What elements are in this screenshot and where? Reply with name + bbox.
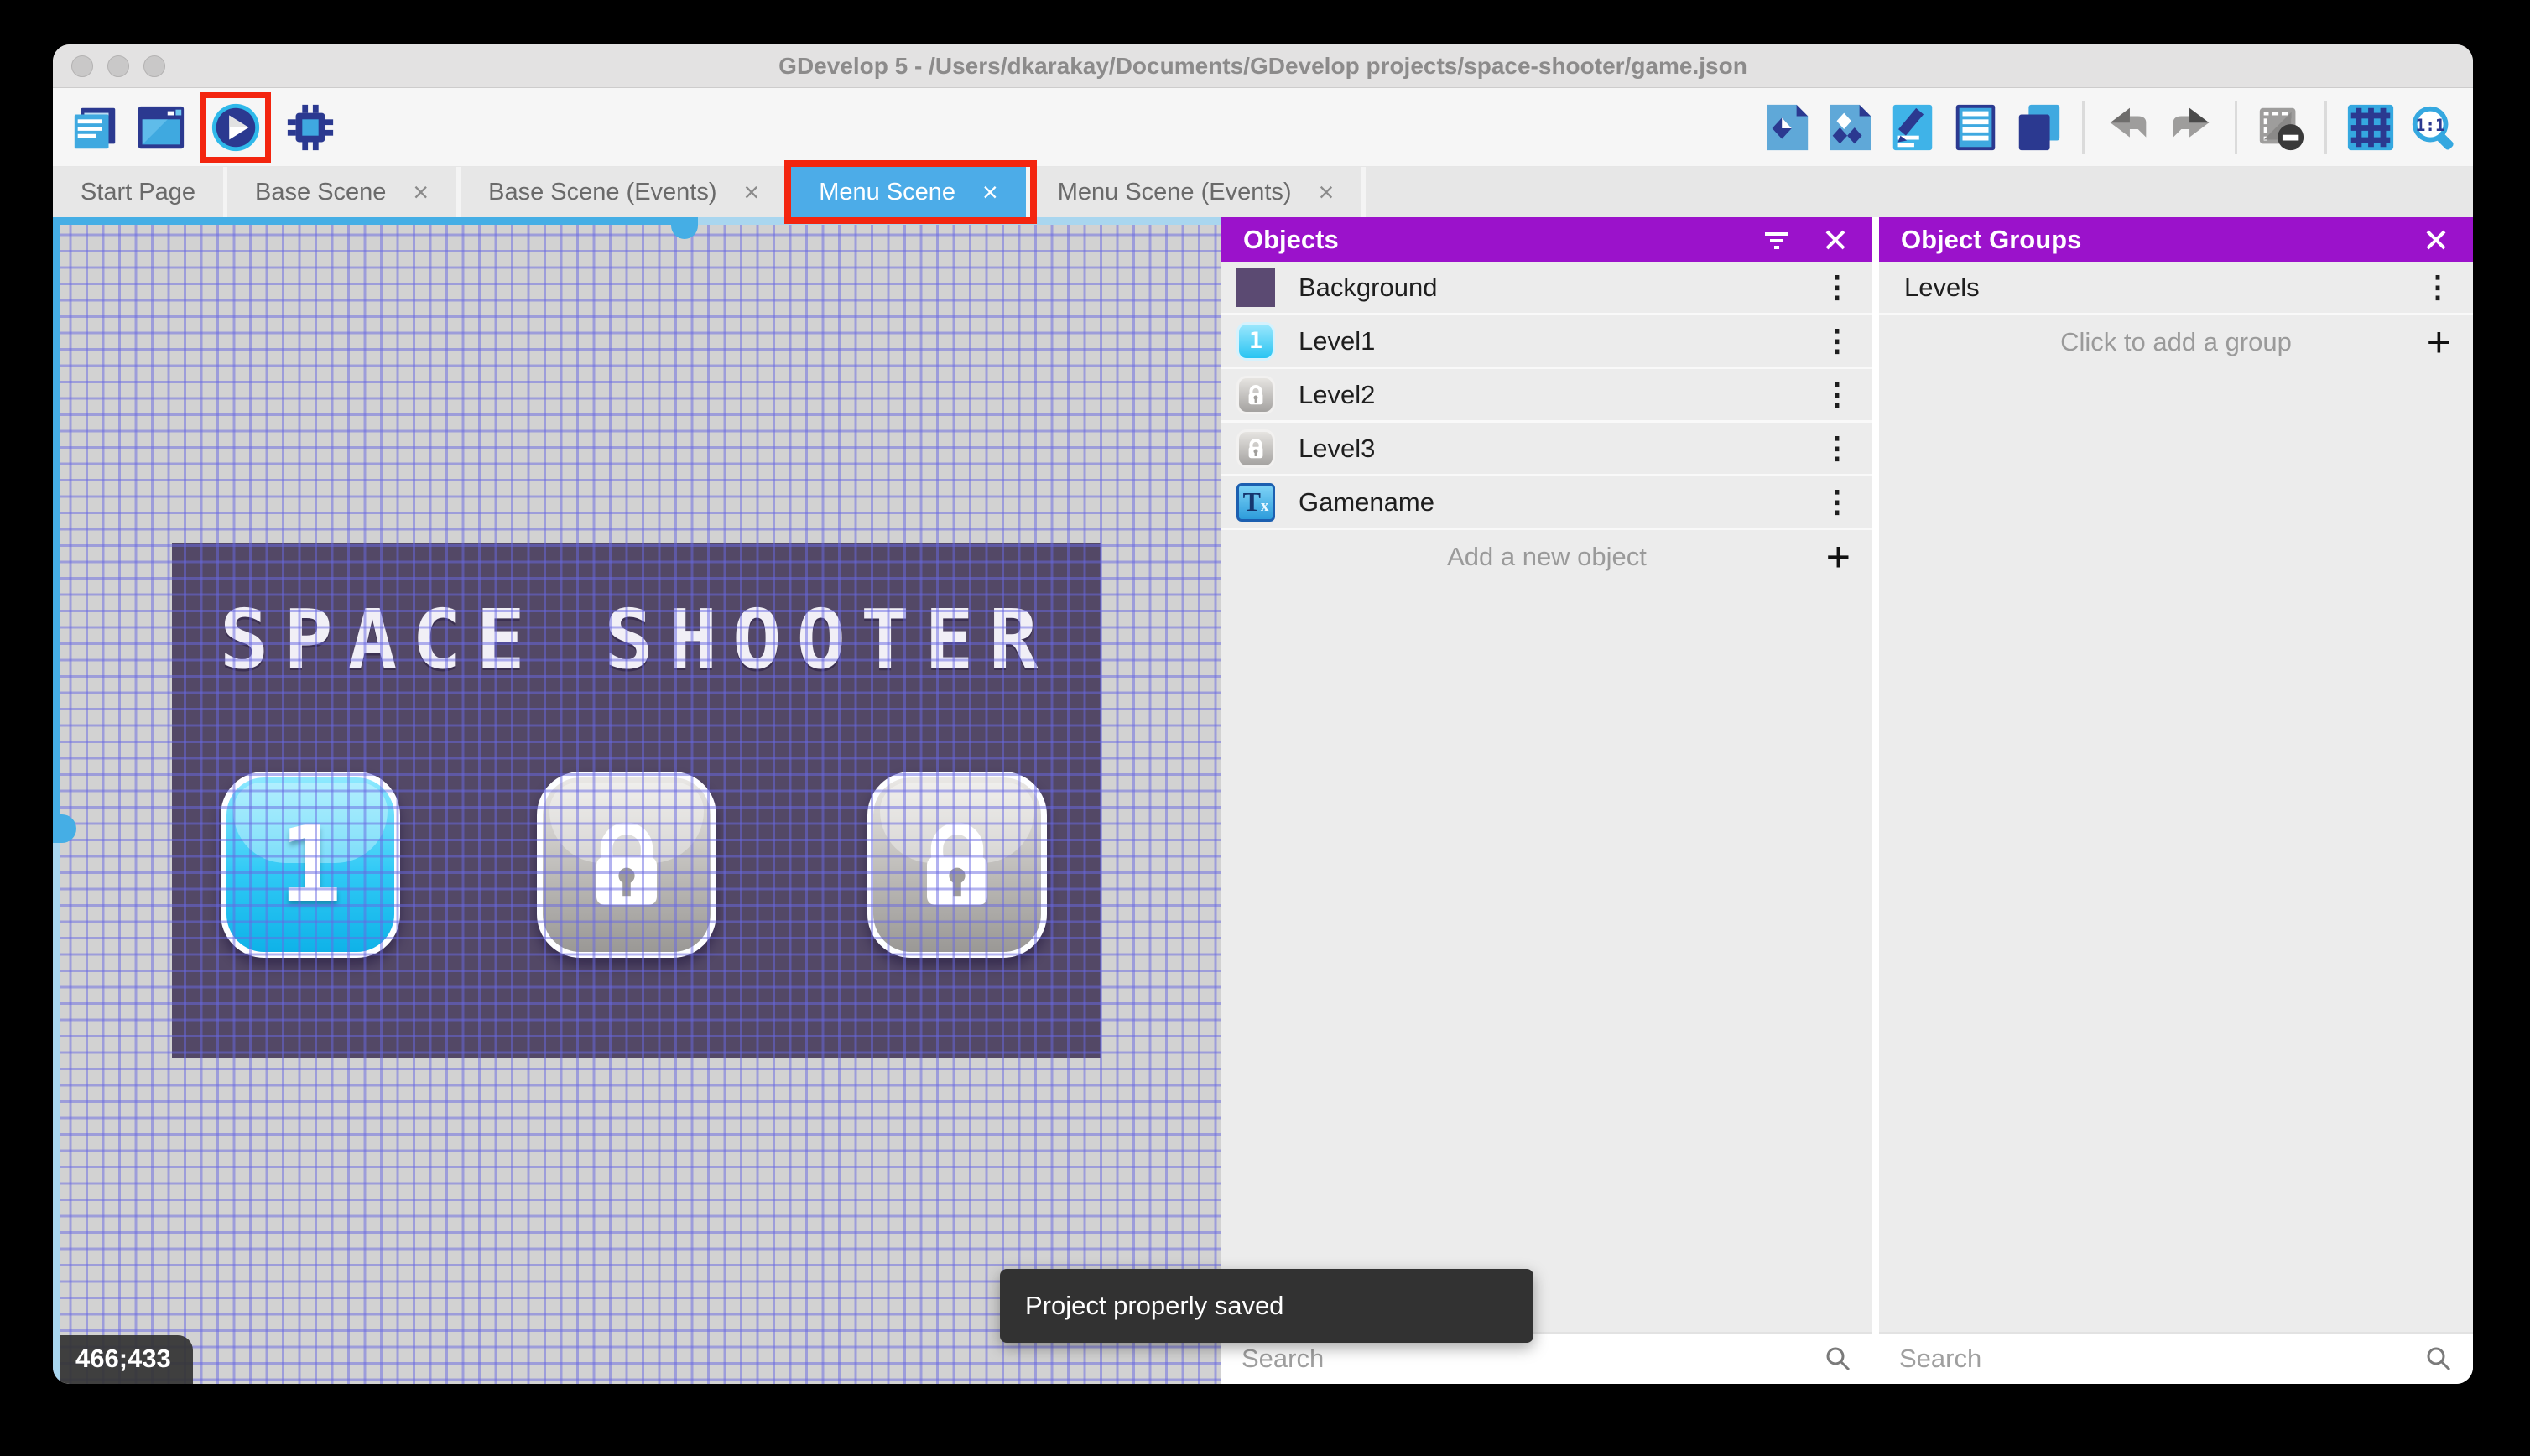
vertical-scroll-thumb[interactable] (53, 814, 76, 843)
redo-icon[interactable] (2165, 101, 2217, 153)
tab-label: Menu Scene (Events) (1058, 179, 1292, 206)
tab-menu-scene-events[interactable]: Menu Scene (Events) × (1030, 167, 1367, 217)
tab-base-scene-events[interactable]: Base Scene (Events) × (461, 167, 791, 217)
plus-icon: + (2427, 321, 2451, 363)
toolbar-separator (2324, 101, 2327, 154)
close-window-button[interactable] (71, 55, 93, 77)
main-content: SPACE SHOOTER 1 (53, 217, 2473, 1384)
toolbar-separator (2235, 101, 2237, 154)
object-menu-icon[interactable]: ⋮ (1822, 329, 1852, 353)
object-groups-search-input[interactable] (1899, 1344, 2424, 1374)
close-tab-icon[interactable]: × (744, 179, 760, 205)
object-row-level3[interactable]: Level3 ⋮ (1221, 423, 1872, 476)
zoom-window-button[interactable] (143, 55, 165, 77)
lock-icon (576, 810, 677, 919)
object-groups-panel: Object Groups Levels ⋮ Click to add a gr… (1879, 217, 2473, 1384)
cursor-coordinates-badge: 466;433 (60, 1335, 193, 1384)
menu-scene-preview[interactable]: SPACE SHOOTER 1 (172, 543, 1101, 1058)
object-groups-panel-title: Object Groups (1901, 225, 2081, 255)
panel-divider[interactable] (1872, 217, 1879, 1384)
gdevelop-window: GDevelop 5 - /Users/dkarakay/Documents/G… (53, 44, 2473, 1384)
close-tab-icon[interactable]: × (982, 179, 998, 205)
level1-button-icon: 1 (1236, 322, 1275, 361)
toolbar-separator (2082, 101, 2085, 154)
tab-label: Base Scene (Events) (488, 179, 716, 206)
toolbar-left-group (70, 88, 336, 166)
search-icon (1824, 1344, 1852, 1373)
color-swatch-icon (1236, 268, 1275, 307)
filter-icon[interactable] (1762, 225, 1792, 255)
group-row-levels[interactable]: Levels ⋮ (1879, 262, 2473, 315)
locked-button-icon (1236, 429, 1275, 468)
object-groups-panel-header: Object Groups (1879, 217, 2473, 262)
tab-label: Base Scene (255, 179, 386, 206)
titlebar: GDevelop 5 - /Users/dkarakay/Documents/G… (53, 44, 2473, 88)
horizontal-scrollbar[interactable] (53, 217, 1221, 225)
undo-icon[interactable] (2102, 101, 2154, 153)
close-tab-icon[interactable]: × (413, 179, 429, 205)
vertical-scrollbar[interactable] (53, 217, 60, 1384)
object-groups-list: Levels ⋮ Click to add a group + (1879, 262, 2473, 1332)
object-menu-icon[interactable]: ⋮ (1822, 436, 1852, 460)
lock-icon (907, 810, 1007, 919)
minimize-window-button[interactable] (107, 55, 129, 77)
debugger-icon[interactable] (284, 101, 336, 153)
scene-canvas[interactable]: SPACE SHOOTER 1 (53, 217, 1221, 1384)
locked-button-icon (1236, 376, 1275, 414)
play-icon[interactable] (210, 101, 262, 153)
scene-editor-icon[interactable] (135, 101, 187, 153)
zoom-original-icon[interactable]: 1:1 (2408, 101, 2460, 153)
objects-panel-header: Objects (1221, 217, 1872, 262)
close-panel-icon[interactable] (1820, 225, 1851, 255)
play-button-highlight (200, 92, 271, 163)
instances-list-icon[interactable] (1950, 101, 2002, 153)
window-mask-icon[interactable] (2255, 101, 2307, 153)
object-row-level1[interactable]: 1 Level1 ⋮ (1221, 315, 1872, 369)
object-groups-icon[interactable] (1824, 101, 1876, 153)
toolbar-right-group: 1:1 (1761, 88, 2460, 166)
tab-base-scene[interactable]: Base Scene × (227, 167, 461, 217)
screen-background: GDevelop 5 - /Users/dkarakay/Documents/G… (0, 0, 2530, 1456)
tab-label: Menu Scene (819, 179, 955, 206)
objects-list: Background ⋮ 1 Level1 ⋮ Level2 ⋮ (1221, 262, 1872, 1332)
object-row-gamename[interactable]: Tx Gamename ⋮ (1221, 476, 1872, 530)
window-title: GDevelop 5 - /Users/dkarakay/Documents/G… (53, 53, 2473, 80)
grid-icon[interactable] (2345, 101, 2397, 153)
traffic-lights (71, 44, 165, 87)
layers-icon[interactable] (2012, 101, 2064, 153)
add-new-object-button[interactable]: Add a new object + (1221, 530, 1872, 584)
close-tab-icon[interactable]: × (1319, 179, 1335, 205)
object-menu-icon[interactable]: ⋮ (1822, 275, 1852, 299)
search-icon (2424, 1344, 2453, 1373)
svg-text:1:1: 1:1 (2416, 115, 2445, 134)
objects-search-input[interactable] (1242, 1344, 1824, 1374)
level2-button-instance[interactable] (537, 772, 716, 958)
object-menu-icon[interactable]: ⋮ (1822, 490, 1852, 514)
object-groups-searchbar (1879, 1332, 2473, 1384)
objects-panel: Objects Background ⋮ 1 (1221, 217, 1872, 1384)
save-toast: Project properly saved (1000, 1269, 1533, 1343)
tab-menu-scene[interactable]: Menu Scene × (791, 167, 1030, 217)
object-menu-icon[interactable]: ⋮ (1822, 382, 1852, 407)
objects-panel-title: Objects (1243, 225, 1339, 255)
level1-button-instance[interactable]: 1 (221, 772, 400, 958)
object-row-background[interactable]: Background ⋮ (1221, 262, 1872, 315)
group-menu-icon[interactable]: ⋮ (2423, 275, 2453, 299)
horizontal-scroll-thumb[interactable] (671, 217, 698, 239)
close-panel-icon[interactable] (2421, 225, 2451, 255)
toolbar: 1:1 (53, 88, 2473, 167)
plus-icon: + (1826, 536, 1851, 578)
tabbar: Start Page Base Scene × Base Scene (Even… (53, 167, 2473, 217)
tab-start-page[interactable]: Start Page (53, 167, 227, 217)
tab-label: Start Page (81, 179, 195, 206)
text-object-icon: Tx (1236, 483, 1275, 522)
object-row-level2[interactable]: Level2 ⋮ (1221, 369, 1872, 423)
add-group-button[interactable]: Click to add a group + (1879, 315, 2473, 369)
level3-button-instance[interactable] (867, 772, 1047, 958)
scene-title-text[interactable]: SPACE SHOOTER (172, 592, 1101, 687)
project-manager-icon[interactable] (70, 101, 122, 153)
properties-icon[interactable] (1887, 101, 1939, 153)
objects-editor-icon[interactable] (1761, 101, 1813, 153)
